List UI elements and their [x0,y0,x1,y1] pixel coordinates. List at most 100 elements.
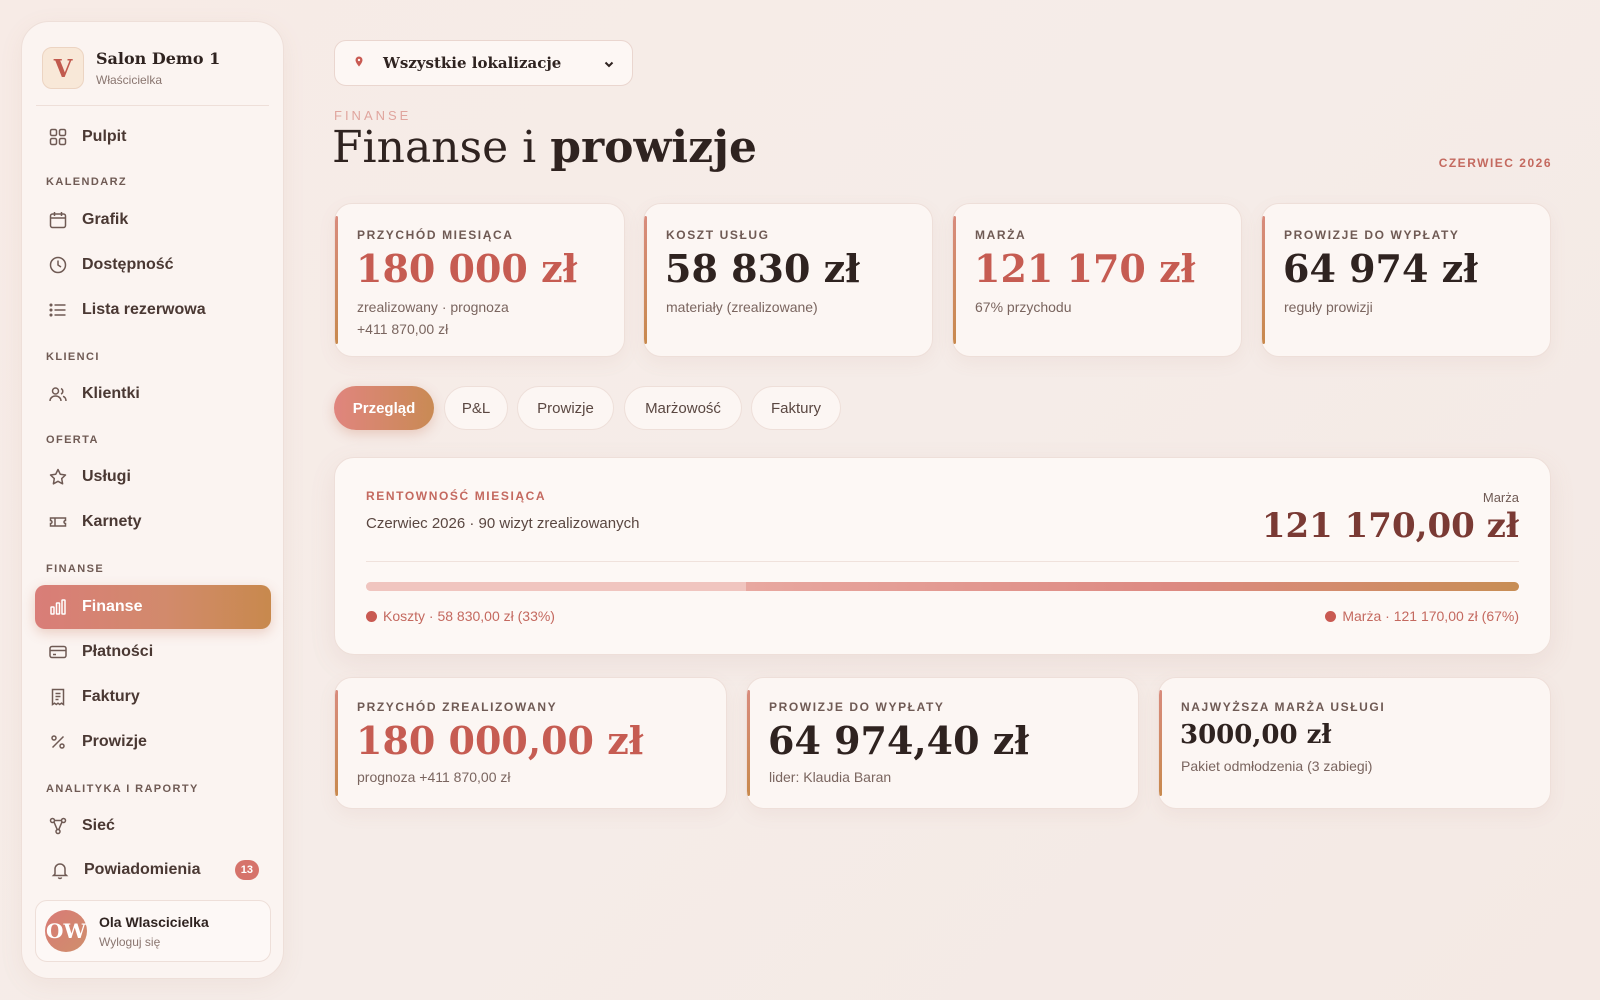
stat-card-realized-revenue: PRZYCHÓD ZREALIZOWANY 180 000,00 zł prog… [334,677,727,809]
stat-label: PRZYCHÓD ZREALIZOWANY [357,700,558,714]
sidebar-item-label: Usługi [82,468,131,485]
sidebar-item-klientki[interactable]: Klientki [35,372,271,416]
sidebar-item-uslugi[interactable]: Usługi [35,455,271,499]
sidebar-item-label: Grafik [82,211,129,228]
sidebar-item-grafik[interactable]: Grafik [35,198,271,242]
brand-logo: V [42,47,84,89]
kpi-label: KOSZT USŁUG [666,228,770,242]
divider [366,561,1519,562]
stat-card-commissions: PROWIZJE DO WYPŁATY 64 974,40 zł lider: … [746,677,1139,809]
kpi-card-revenue: PRZYCHÓD MIESIĄCA 180 000 zł zrealizowan… [334,203,625,357]
location-select[interactable]: Wszystkie lokalizacje [334,40,633,86]
sidebar-item-label: Płatności [82,643,154,660]
sidebar-item-label: Sieć [82,817,115,834]
user-name: Ola Wlascicielka [99,913,209,930]
margin-label: Marża [1482,490,1519,505]
bell-icon [51,863,69,880]
legend-dot [1325,610,1337,622]
stat-value: 64 974,40 zł [768,718,1029,763]
sidebar-item-finanse[interactable]: Finanse [35,585,271,629]
logout-link[interactable]: Wyloguj się [99,935,209,949]
sidebar-item-label: Lista rezerwowa [82,301,206,318]
page-title-bold: prowizje [550,122,757,173]
legend-dot [366,610,377,622]
kpi-sub: reguły prowizji [1284,299,1373,315]
kpi-label: PROWIZJE DO WYPŁATY [1284,228,1460,242]
clock-icon [49,256,67,274]
sidebar-item-karnety[interactable]: Karnety [35,500,271,544]
stat-label: NAJWYŻSZA MARŻA USŁUGI [1181,700,1386,714]
section-oferta: OFERTA [46,434,99,446]
page-eyebrow: FINANSE [334,108,412,123]
credit-card-icon [49,645,67,659]
brand-name: Salon Demo 1 [96,49,221,68]
profitability-subtitle: Czerwiec 2026 · 90 wizyt zrealizowanych [366,515,640,532]
section-finanse: FINANSE [46,563,105,575]
section-analityka: ANALITYKA I RAPORTY [46,783,199,795]
avatar: OW [45,910,87,952]
kpi-card-margin: MARŻA 121 170 zł 67% przychodu [952,203,1242,357]
kpi-sub-line: +411 870,00 zł [357,321,449,337]
tab-prowizje[interactable]: Prowizje [517,386,614,430]
profitability-card: RENTOWNOŚĆ MIESIĄCA Czerwiec 2026 · 90 w… [334,457,1551,655]
brand[interactable]: V Salon Demo 1 Właścicielka [42,47,220,89]
sidebar-item-label: Karnety [82,513,142,530]
location-select-value: Wszystkie lokalizacje [383,54,562,72]
stat-value: 3000,00 zł [1180,720,1332,750]
tab-pl[interactable]: P&L [444,386,508,430]
tab-marzowosc[interactable]: Marżowość [624,386,742,430]
kpi-sub-line: zrealizowany · prognoza [357,299,509,315]
calendar-icon [49,212,67,229]
kpi-value: 64 974 zł [1283,246,1478,291]
sidebar-item-label: Faktury [82,688,140,705]
chevron-down-icon [604,61,614,68]
ticket-icon [49,517,67,527]
margin-segment [746,582,1519,591]
percent-icon [51,735,65,749]
stat-sub: prognoza +411 870,00 zł [357,769,511,785]
sidebar: V Salon Demo 1 Właścicielka Pulpit KALEN… [21,21,284,979]
sidebar-item-label: Powiadomienia [84,861,201,878]
sidebar-item-powiadomienia[interactable]: Powiadomienia 13 [35,848,271,892]
sidebar-item-label: Prowizje [82,733,147,750]
sidebar-item-lista-rezerwowa[interactable]: Lista rezerwowa [35,288,271,332]
dashboard-icon [49,128,67,146]
sidebar-item-faktury[interactable]: Faktury [35,675,271,719]
brand-role: Właścicielka [96,73,163,87]
legend-margin: Marża · 121 170,00 zł (67%) [1325,608,1519,624]
tab-przeglad[interactable]: Przegląd [334,386,434,430]
sidebar-item-label: Dostępność [82,256,174,273]
stat-value: 180 000,00 zł [356,718,644,763]
sidebar-item-label: Finanse [82,598,143,615]
divider [36,105,269,106]
profitability-bar [366,582,1519,591]
star-icon [49,468,67,485]
cost-segment [366,582,747,591]
page-title-light: Finanse i [332,122,551,173]
stat-sub: Pakiet odmłodzenia (3 zabiegi) [1181,758,1373,774]
users-icon [49,387,67,402]
list-icon [49,303,66,317]
bar-chart-icon [50,599,66,615]
legend-margin-label: Marża · 121 170,00 zł (67%) [1342,608,1519,624]
legend-cost-label: Koszty · 58 830,00 zł (33%) [383,608,555,624]
kpi-sub: 67% przychodu [975,299,1072,315]
sidebar-item-siec[interactable]: Sieć [35,804,271,848]
kpi-sub: zrealizowany · prognoza +411 870,00 zł [357,296,509,340]
receipt-icon [51,688,65,706]
kpi-sub: materiały (zrealizowane) [666,299,818,315]
tab-faktury[interactable]: Faktury [751,386,841,430]
user-card[interactable]: OW Ola Wlascicielka Wyloguj się [35,900,271,962]
sidebar-item-platnosci[interactable]: Płatności [35,630,271,674]
map-pin-icon [355,56,363,67]
section-klienci: KLIENCI [46,351,100,363]
sidebar-item-dostepnosc[interactable]: Dostępność [35,243,271,287]
kpi-card-cost: KOSZT USŁUG 58 830 zł materiały (zrealiz… [643,203,933,357]
sidebar-item-label: Klientki [82,385,140,402]
stat-label: PROWIZJE DO WYPŁATY [769,700,945,714]
network-icon [49,817,67,835]
page-title: Finanse i prowizje [332,122,757,173]
sidebar-item-prowizje[interactable]: Prowizje [35,720,271,764]
kpi-card-commissions: PROWIZJE DO WYPŁATY 64 974 zł reguły pro… [1261,203,1551,357]
sidebar-item-pulpit[interactable]: Pulpit [35,115,271,159]
